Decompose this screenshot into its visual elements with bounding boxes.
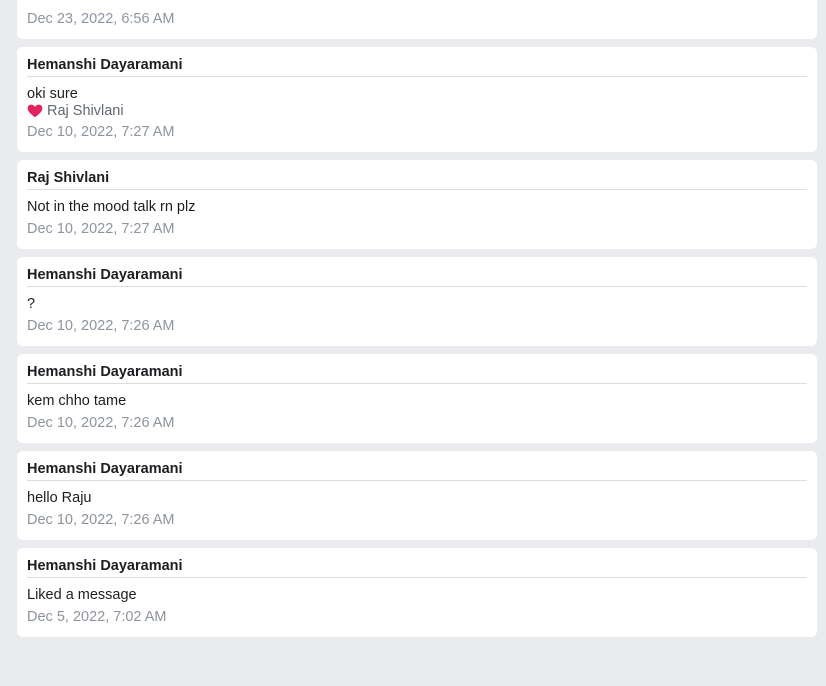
message-content: Liked a message bbox=[27, 587, 137, 603]
message-timestamp: Dec 5, 2022, 7:02 AM bbox=[27, 609, 167, 625]
message-card: Raj Shivlani Not in the mood talk rn plz… bbox=[17, 160, 817, 249]
message-card: Hemanshi Dayaramani kem chho tame Dec 10… bbox=[17, 354, 817, 443]
message-reaction: Raj Shivlani bbox=[27, 103, 807, 119]
message-feed: Dec 23, 2022, 6:56 AM Hemanshi Dayaraman… bbox=[17, 0, 817, 645]
message-timestamp: Dec 10, 2022, 7:26 AM bbox=[27, 512, 175, 528]
message-content: kem chho tame bbox=[27, 393, 127, 409]
message-timestamp: Dec 23, 2022, 6:56 AM bbox=[27, 11, 175, 27]
message-content: ? bbox=[27, 296, 36, 312]
message-card: Hemanshi Dayaramani Liked a message Dec … bbox=[17, 548, 817, 637]
message-sender: Hemanshi Dayaramani bbox=[27, 461, 807, 481]
message-content: hello Raju bbox=[27, 490, 92, 506]
message-sender: Hemanshi Dayaramani bbox=[27, 267, 807, 287]
message-content: Not in the mood talk rn plz bbox=[27, 199, 196, 215]
message-sender: Hemanshi Dayaramani bbox=[27, 558, 807, 578]
message-card: Hemanshi Dayaramani hello Raju Dec 10, 2… bbox=[17, 451, 817, 540]
message-timestamp: Dec 10, 2022, 7:26 AM bbox=[27, 318, 175, 334]
message-card: Hemanshi Dayaramani ? Dec 10, 2022, 7:26… bbox=[17, 257, 817, 346]
reaction-user: Raj Shivlani bbox=[47, 103, 124, 119]
message-card: Dec 23, 2022, 6:56 AM bbox=[17, 0, 817, 39]
message-sender: Hemanshi Dayaramani bbox=[27, 364, 807, 384]
message-card: Hemanshi Dayaramani oki sure Raj Shivlan… bbox=[17, 47, 817, 152]
message-timestamp: Dec 10, 2022, 7:27 AM bbox=[27, 124, 175, 140]
message-sender: Raj Shivlani bbox=[27, 170, 807, 190]
message-archive-viewport[interactable]: Dec 23, 2022, 6:56 AM Hemanshi Dayaraman… bbox=[0, 0, 826, 686]
message-content: oki sure bbox=[27, 86, 78, 102]
message-timestamp: Dec 10, 2022, 7:26 AM bbox=[27, 415, 175, 431]
message-timestamp: Dec 10, 2022, 7:27 AM bbox=[27, 221, 175, 237]
message-sender: Hemanshi Dayaramani bbox=[27, 57, 807, 77]
heart-icon bbox=[27, 104, 43, 118]
